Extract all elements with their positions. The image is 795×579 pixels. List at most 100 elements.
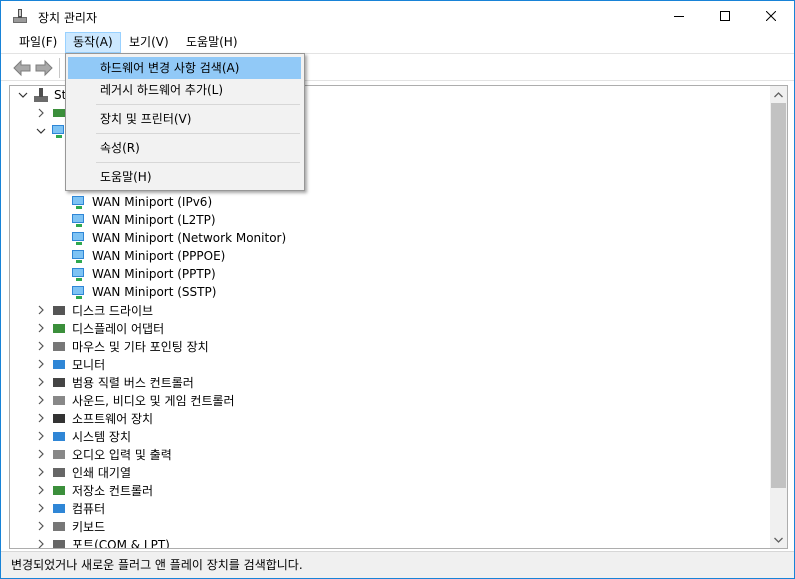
menu-item-properties[interactable]: 속성(R): [68, 137, 301, 159]
chevron-right-icon[interactable]: [36, 395, 46, 405]
status-text: 변경되었거나 새로운 플러그 앤 플레이 장치를 검색합니다.: [11, 558, 303, 572]
mouse-icon: [53, 342, 65, 351]
chevron-right-icon[interactable]: [36, 485, 46, 495]
scroll-down-button[interactable]: [770, 531, 787, 548]
chevron-right-icon[interactable]: [36, 467, 46, 477]
tree-category[interactable]: 시스템 장치: [36, 427, 131, 445]
network-adapter-icon: [72, 286, 84, 299]
menu-action[interactable]: 동작(A): [65, 32, 121, 53]
chevron-right-icon[interactable]: [36, 413, 46, 423]
display-adapter-icon: [53, 324, 65, 333]
chevron-right-icon[interactable]: [36, 377, 46, 387]
tree-category-label: 범용 직렬 버스 컨트롤러: [72, 375, 194, 390]
title-bar[interactable]: 장치 관리자: [1, 1, 794, 31]
tree-category-label: 포트(COM & LPT): [72, 537, 170, 549]
tree-category-label: 키보드: [72, 519, 106, 534]
network-adapter-item[interactable]: WAN Miniport (PPPOE): [71, 247, 225, 265]
disk-drive-icon: [53, 306, 65, 315]
network-adapter-label: WAN Miniport (PPPOE): [92, 249, 226, 263]
tree-category[interactable]: 오디오 입력 및 출력: [36, 445, 172, 463]
chevron-down-icon[interactable]: [36, 126, 46, 136]
menu-item-devices-and-printers[interactable]: 장치 및 프린터(V): [68, 108, 301, 130]
tree-category-label: 디스플레이 어댑터: [72, 321, 165, 336]
chevron-right-icon[interactable]: [36, 503, 46, 513]
network-adapter-item[interactable]: WAN Miniport (Network Monitor): [71, 229, 286, 247]
printer-icon: [53, 468, 65, 477]
menu-separator: [96, 104, 300, 105]
network-adapter-icon: [72, 214, 84, 227]
chevron-right-icon[interactable]: [36, 521, 46, 531]
network-adapter-item[interactable]: WAN Miniport (SSTP): [71, 283, 216, 301]
network-adapter-item[interactable]: WAN Miniport (IPv6): [71, 193, 212, 211]
tree-category-label: 오디오 입력 및 출력: [72, 447, 172, 462]
chevron-right-icon[interactable]: [36, 539, 46, 549]
network-adapter-icon: [72, 196, 84, 209]
tree-category[interactable]: 포트(COM & LPT): [36, 535, 170, 549]
tree-category[interactable]: 모니터: [36, 355, 105, 373]
chevron-right-icon[interactable]: [36, 359, 46, 369]
window-title: 장치 관리자: [38, 11, 98, 25]
menu-separator: [96, 133, 300, 134]
menu-item-scan-hardware[interactable]: 하드웨어 변경 사항 검색(A): [68, 57, 301, 79]
monitor-icon: [53, 360, 65, 369]
speaker-icon: [53, 396, 65, 405]
chevron-right-icon[interactable]: [36, 341, 46, 351]
tree-category-label: 시스템 장치: [72, 429, 132, 444]
chevron-right-icon[interactable]: [36, 323, 46, 333]
scroll-thumb[interactable]: [771, 103, 786, 488]
vertical-scrollbar[interactable]: [770, 86, 787, 548]
tree-category[interactable]: 디스크 드라이브: [36, 301, 153, 319]
toolbar-separator: [59, 58, 60, 78]
tree-category[interactable]: 인쇄 대기열: [36, 463, 131, 481]
menu-item-add-legacy-hardware[interactable]: 레거시 하드웨어 추가(L): [68, 79, 301, 101]
tree-category[interactable]: 마우스 및 기타 포인팅 장치: [36, 337, 209, 355]
tree-category[interactable]: 범용 직렬 버스 컨트롤러: [36, 373, 194, 391]
menu-help[interactable]: 도움말(H): [179, 32, 245, 53]
network-adapter-icon: [72, 268, 84, 281]
computer-root-icon: [34, 88, 48, 102]
chevron-down-icon[interactable]: [18, 90, 28, 100]
maximize-button[interactable]: [702, 1, 748, 31]
network-adapter-label: WAN Miniport (SSTP): [92, 285, 217, 299]
chevron-right-icon[interactable]: [36, 108, 46, 118]
scroll-up-button[interactable]: [770, 86, 787, 103]
chevron-right-icon[interactable]: [36, 431, 46, 441]
chevron-down-icon: [774, 537, 783, 543]
tree-category[interactable]: 소프트웨어 장치: [36, 409, 153, 427]
menu-bar: 파일(F) 동작(A) 보기(V) 도움말(H): [1, 31, 794, 53]
menu-item-help[interactable]: 도움말(H): [68, 166, 301, 188]
menu-view[interactable]: 보기(V): [122, 32, 176, 53]
close-icon: [766, 11, 776, 21]
status-bar: 변경되었거나 새로운 플러그 앤 플레이 장치를 검색합니다.: [1, 551, 794, 578]
menu-file[interactable]: 파일(F): [12, 32, 64, 53]
maximize-icon: [720, 11, 730, 21]
network-adapter-label: WAN Miniport (PPTP): [92, 267, 216, 281]
tree-category[interactable]: 디스플레이 어댑터: [36, 319, 164, 337]
forward-arrow-icon[interactable]: [34, 58, 54, 78]
device-manager-window: 장치 관리자 파일(F) 동작(A) 보기(V) 도움말(H) St WAN M…: [0, 0, 795, 579]
tree-category[interactable]: 컴퓨터: [36, 499, 105, 517]
network-adapter-item[interactable]: WAN Miniport (L2TP): [71, 211, 216, 229]
network-adapter-icon: [72, 250, 84, 263]
action-menu-dropdown: 하드웨어 변경 사항 검색(A) 레거시 하드웨어 추가(L) 장치 및 프린터…: [65, 53, 305, 191]
close-button[interactable]: [748, 1, 794, 31]
computer-icon: [53, 504, 65, 513]
tree-root[interactable]: St: [18, 86, 66, 104]
tree-category-label: 인쇄 대기열: [72, 465, 132, 480]
tree-category-label: 사운드, 비디오 및 게임 컨트롤러: [72, 393, 235, 408]
network-adapter-label: WAN Miniport (L2TP): [92, 213, 216, 227]
back-arrow-icon[interactable]: [12, 58, 32, 78]
menu-separator: [96, 162, 300, 163]
storage-controller-icon: [53, 486, 65, 495]
tree-category[interactable]: 사운드, 비디오 및 게임 컨트롤러: [36, 391, 235, 409]
tree-category[interactable]: 저장소 컨트롤러: [36, 481, 153, 499]
chevron-right-icon[interactable]: [36, 305, 46, 315]
minimize-button[interactable]: [656, 1, 702, 31]
keyboard-icon: [53, 522, 65, 531]
network-adapter-item[interactable]: WAN Miniport (PPTP): [71, 265, 216, 283]
chevron-right-icon[interactable]: [36, 449, 46, 459]
tree-category[interactable]: 키보드: [36, 517, 105, 535]
tree-category-label: 디스크 드라이브: [72, 303, 154, 318]
tree-category-label: 모니터: [72, 357, 106, 372]
network-adapter-icon: [72, 232, 84, 245]
